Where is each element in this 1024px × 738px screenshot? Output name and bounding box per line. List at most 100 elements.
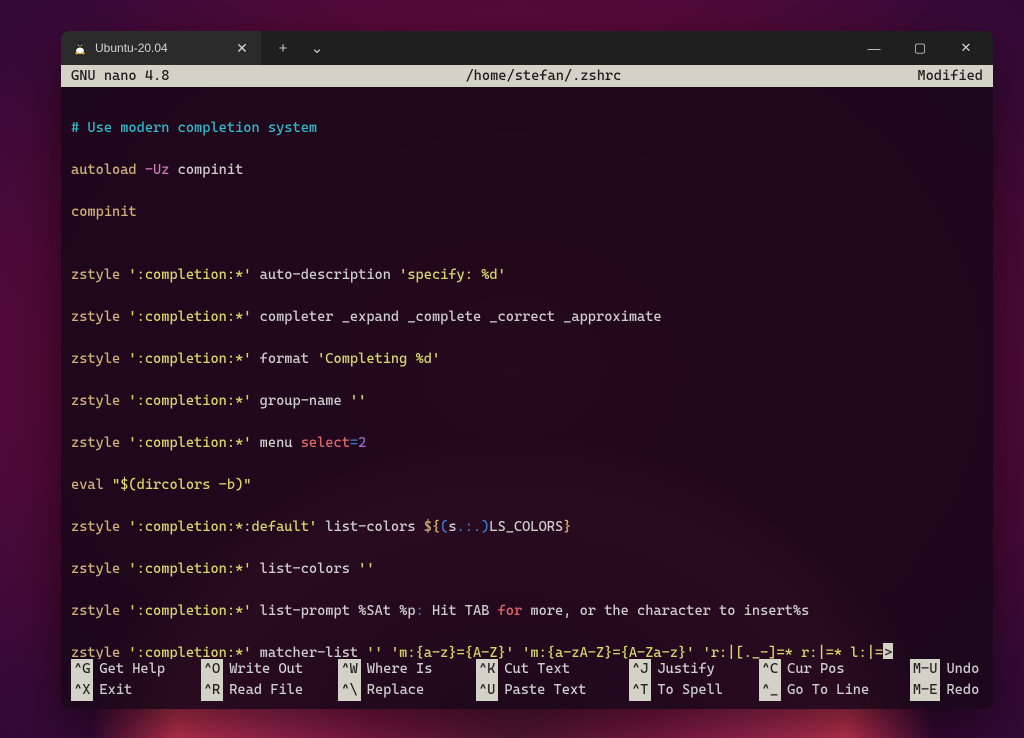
shortcut-paste-text[interactable]: ^U Paste Text [476,680,623,701]
txt-listprompt-rest: more, or the character to insert%s [522,603,809,619]
shortcut-row-2: ^X Exit ^R Read File ^\ Replace ^U Paste Tex… [71,680,983,701]
flag-uz: -Uz [145,162,170,178]
titlebar: Ubuntu-20.04 ✕ + ⌄ — ▢ ✕ [61,31,993,65]
shortcut-key: ^R [201,680,223,701]
shortcut-key: ^W [338,659,360,680]
line-overflow-marker: > [883,643,893,659]
shortcut-label: Redo [946,680,979,701]
colon: : [416,603,424,619]
txt-hit-tab: Hit TAB [424,603,498,619]
nano-header: GNU nano 4.8 /home/stefan/.zshrc Modifie… [61,65,993,87]
shortcut-key: ^K [476,659,498,680]
nano-file-path: /home/stefan/.zshrc [169,68,917,84]
shortcut-key: ^\ [338,680,360,701]
cmd-zstyle: zstyle [71,435,120,451]
str-completion: ':completion:*' [128,393,251,409]
minimize-button[interactable]: — [851,31,897,65]
txt-listcolors: list-colors [325,519,415,535]
editor-area[interactable]: # Use modern completion system autoload … [61,87,993,659]
shortcut-label: Read File [229,680,303,701]
shortcut-label: Paste Text [504,680,586,701]
txt-format: format [260,351,309,367]
cmd-zstyle: zstyle [71,309,120,325]
var-open: ${ [424,519,440,535]
str-completion: ':completion:*' [128,561,251,577]
cmd-autoload: autoload [71,162,137,178]
shortcut-where-is[interactable]: ^W Where Is [338,659,470,680]
str-m2: 'm:{a-zA-Z}={A-Za-z}' [522,645,694,659]
shortcut-label: Replace [367,680,424,701]
shortcut-label: Write Out [229,659,303,680]
shortcut-label: Undo [946,659,979,680]
shortcut-key: ^X [71,680,93,701]
str-empty: '' [366,645,382,659]
var-lscolors: LS_COLORS [489,519,563,535]
cmd-zstyle: zstyle [71,351,120,367]
punc-eq: = [350,435,358,451]
shortcut-label: Where Is [367,659,433,680]
flag-s: s [448,519,456,535]
str-format-val: 'Completing %d' [317,351,440,367]
shortcut-redo[interactable]: M-ERedo [910,680,977,701]
nano-status-label: Modified [917,68,985,84]
kw-select: select [301,435,350,451]
txt-matcher: matcher-list [260,645,358,659]
shortcut-get-help[interactable]: ^G Get Help [71,659,195,680]
shortcut-to-spell[interactable]: ^T To Spell [629,680,753,701]
shortcut-key: M-U [910,659,941,680]
tab-close-icon[interactable]: ✕ [233,39,251,57]
tab-dropdown-icon[interactable]: ⌄ [303,34,331,62]
txt-completer: completer _expand _complete _correct _ap… [260,309,662,325]
shortcut-justify[interactable]: ^J Justify [629,659,753,680]
shortcut-replace[interactable]: ^\ Replace [338,680,470,701]
tabbar-actions: + ⌄ [261,31,851,65]
cmd-compinit: compinit [71,204,137,220]
tux-icon [73,41,87,55]
kw-for: for [498,603,523,619]
shortcut-undo[interactable]: M-UUndo [910,659,977,680]
txt-listcolors: list-colors [260,561,350,577]
str-empty: '' [358,561,374,577]
str-autodesc-val: 'specify: %d' [399,267,506,283]
dot: . [457,519,465,535]
maximize-button[interactable]: ▢ [897,31,943,65]
tab-title: Ubuntu-20.04 [95,41,225,55]
colon: : [465,519,473,535]
var-close: } [563,519,571,535]
shortcut-key: ^T [629,680,651,701]
shortcut-label: Cut Text [504,659,570,680]
str-empty: '' [350,393,366,409]
window-controls: — ▢ ✕ [851,31,993,65]
cmd-zstyle: zstyle [71,561,120,577]
shortcut-read-file[interactable]: ^R Read File [201,680,333,701]
str-m3: 'r:|[._-]=* r:|=* l:|= [703,645,883,659]
shortcut-key: ^U [476,680,498,701]
shortcut-label: Exit [99,680,132,701]
shortcut-go-to-line[interactable]: ^_ Go To Line [759,680,904,701]
cmd-zstyle: zstyle [71,603,120,619]
shortcut-label: Justify [657,659,714,680]
num-2: 2 [358,435,366,451]
shortcut-exit[interactable]: ^X Exit [71,680,195,701]
shortcut-cut-text[interactable]: ^K Cut Text [476,659,623,680]
shortcut-label: Cur Pos [787,659,844,680]
tab-ubuntu[interactable]: Ubuntu-20.04 ✕ [61,31,261,65]
str-completion: ':completion:*' [128,435,251,451]
shortcut-write-out[interactable]: ^OWrite Out [201,659,333,680]
shortcut-label: To Spell [657,680,723,701]
shortcut-cur-pos[interactable]: ^C Cur Pos [759,659,904,680]
shortcut-key: M-E [910,680,941,701]
cmd-zstyle: zstyle [71,519,120,535]
str-completion: ':completion:*' [128,351,251,367]
shortcut-key: ^C [759,659,781,680]
nano-app-label: GNU nano 4.8 [69,68,169,84]
new-tab-button[interactable]: + [269,34,297,62]
cmd-eval: eval [71,477,104,493]
cmd-zstyle: zstyle [71,393,120,409]
shortcut-key: ^J [629,659,651,680]
close-button[interactable]: ✕ [943,31,989,65]
shortcut-key: ^G [71,659,93,680]
shortcut-label: Get Help [99,659,165,680]
shortcut-key: ^_ [759,680,781,701]
shortcut-label: Go To Line [787,680,869,701]
